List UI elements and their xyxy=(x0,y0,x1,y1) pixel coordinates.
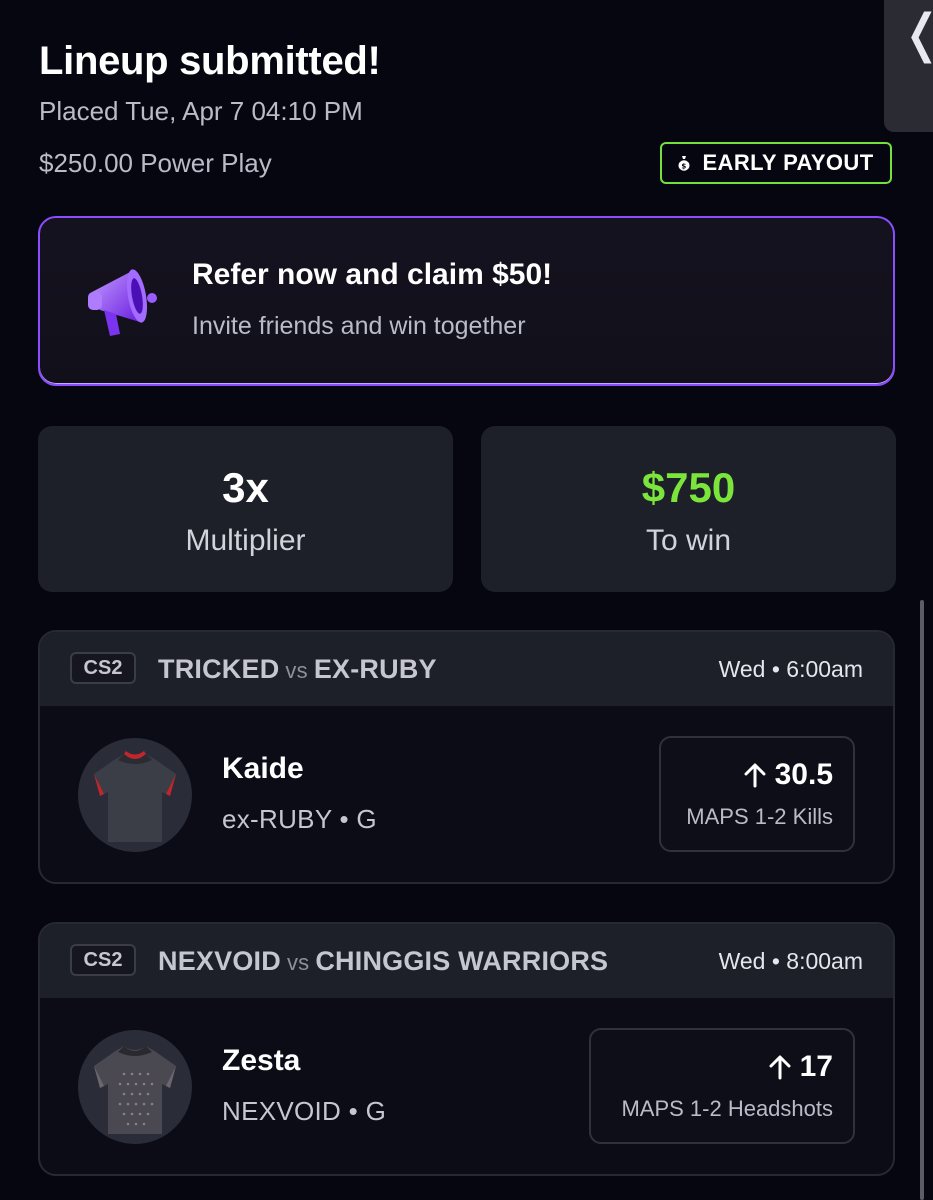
referral-banner[interactable]: Refer now and claim $50! Invite friends … xyxy=(38,216,895,386)
team-1: NEXVOID xyxy=(158,946,281,976)
scrollbar[interactable] xyxy=(920,600,924,1200)
stat-type: MAPS 1-2 Headshots xyxy=(621,1096,833,1121)
stat-type: MAPS 1-2 Kills xyxy=(686,804,833,829)
to-win-value: $750 xyxy=(641,464,736,511)
referral-subtitle: Invite friends and win together xyxy=(192,312,526,340)
game-time: Wed • 8:00am xyxy=(718,948,863,974)
line-value-row: 30.5 xyxy=(743,758,833,792)
team-1: TRICKED xyxy=(158,654,280,684)
referral-title: Refer now and claim $50! xyxy=(192,258,553,291)
placed-timestamp: Placed Tue, Apr 7 04:10 PM xyxy=(39,96,363,126)
projection-line[interactable]: 17 MAPS 1-2 Headshots xyxy=(589,1028,855,1144)
multiplier-label: Multiplier xyxy=(185,524,306,557)
to-win-label: To win xyxy=(645,524,732,557)
player-team-position: ex-RUBY • G xyxy=(222,804,377,834)
page-title: Lineup submitted! xyxy=(39,39,381,83)
pick-card[interactable]: CS2 NEXVOID vs CHINGGIS WARRIORS Wed • 8:0… xyxy=(38,922,895,1176)
projection-line[interactable]: 30.5 MAPS 1-2 Kills xyxy=(659,736,855,852)
game-tag: CS2 xyxy=(70,944,136,976)
pick-card-header: CS2 NEXVOID vs CHINGGIS WARRIORS Wed • 8:0… xyxy=(40,924,893,998)
vs-label: vs xyxy=(285,658,308,683)
to-win-card: $750 To win xyxy=(481,426,896,592)
multiplier-value: 3x xyxy=(222,464,269,511)
arrow-up-icon xyxy=(769,1055,791,1080)
early-payout-badge[interactable]: $ EARLY PAYOUT xyxy=(660,142,892,184)
play-type: $250.00 Power Play xyxy=(39,148,272,178)
chevron-left-icon: ❬ xyxy=(900,4,933,64)
player-name: Kaide xyxy=(222,752,304,785)
jersey-icon xyxy=(94,1046,176,1134)
player-jersey-avatar xyxy=(78,1030,192,1144)
team-2: CHINGGIS WARRIORS xyxy=(315,946,609,976)
matchup: NEXVOID vs CHINGGIS WARRIORS xyxy=(158,946,608,977)
pick-card[interactable]: CS2 TRICKED vs EX-RUBY Wed • 6:00am Kaide … xyxy=(38,630,895,884)
arrow-up-icon xyxy=(744,763,766,788)
vs-label: vs xyxy=(286,950,310,975)
multiplier-card: 3x Multiplier xyxy=(38,426,453,592)
header: Lineup submitted! xyxy=(39,36,899,86)
game-tag: CS2 xyxy=(70,652,136,684)
megaphone-icon xyxy=(88,269,157,336)
line-value-row: 17 xyxy=(768,1050,833,1084)
player-jersey-avatar xyxy=(78,738,192,852)
player-team-position: NEXVOID • G xyxy=(222,1096,387,1126)
team-2: EX-RUBY xyxy=(313,654,437,684)
player-name: Zesta xyxy=(222,1044,301,1077)
money-bag-icon: $ xyxy=(678,156,690,171)
game-time: Wed • 6:00am xyxy=(718,656,863,682)
line-value: 17 xyxy=(799,1050,833,1083)
pick-card-header: CS2 TRICKED vs EX-RUBY Wed • 6:00am xyxy=(40,632,893,706)
line-value: 30.5 xyxy=(774,758,833,791)
svg-text:$: $ xyxy=(682,162,687,170)
jersey-icon xyxy=(94,751,176,842)
matchup: TRICKED vs EX-RUBY xyxy=(158,654,437,685)
early-payout-label: EARLY PAYOUT xyxy=(702,150,874,175)
